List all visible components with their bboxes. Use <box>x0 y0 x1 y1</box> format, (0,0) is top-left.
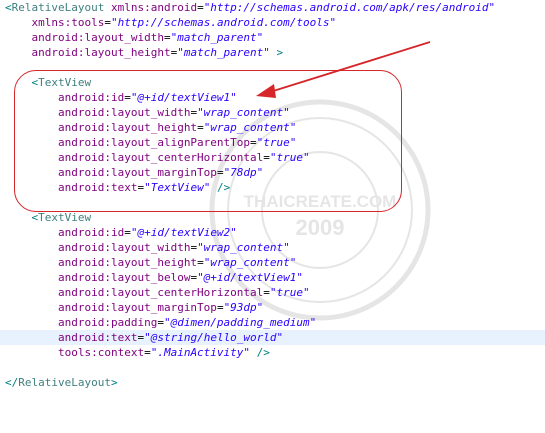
code-line[interactable] <box>5 195 545 210</box>
code-line[interactable]: android:id="@+id/textView1" <box>5 90 545 105</box>
code-line[interactable]: android:layout_width="match_parent" <box>5 30 545 45</box>
code-token-eq: = <box>263 286 270 299</box>
code-line[interactable]: <TextView <box>5 210 545 225</box>
code-token-val: "93dp" <box>223 301 264 314</box>
code-token-attr: android:layout_width <box>57 106 191 119</box>
code-line[interactable]: tools:context=".MainActivity" /> <box>5 345 545 360</box>
code-token-bracket: > <box>110 376 118 389</box>
code-line-current[interactable]: android:text="@string/hello_world" <box>0 330 545 345</box>
code-token-eq: = <box>197 256 204 269</box>
code-token-eq: = <box>197 121 204 134</box>
code-line[interactable]: android:layout_height="wrap_content" <box>5 120 545 135</box>
code-token-val: "true" <box>256 136 297 149</box>
code-token-tag: TextView <box>38 211 92 224</box>
code-token-val: "wrap_content" <box>197 106 290 119</box>
code-token-val: "@dimen/padding_medium" <box>163 316 317 329</box>
code-token-bracket: > <box>276 46 284 59</box>
code-token-val: "match_parent" <box>177 46 270 59</box>
code-token-val: ".MainActivity" <box>150 346 251 359</box>
code-line[interactable]: android:layout_below="@+id/textView1" <box>5 270 545 285</box>
code-token-bracket: < <box>5 1 12 14</box>
code-line[interactable]: </RelativeLayout> <box>5 375 545 390</box>
code-token-val: "@string/hello_world" <box>144 331 284 344</box>
code-token-attr: xmlns:tools <box>31 16 105 29</box>
code-line[interactable]: android:layout_marginTop="93dp" <box>5 300 545 315</box>
code-token-val: "wrap_content" <box>203 121 297 134</box>
code-line[interactable]: <TextView <box>5 75 545 90</box>
code-token-val: "@+id/textView2" <box>130 226 237 239</box>
code-token-eq: = <box>263 151 270 164</box>
xml-code-editor[interactable]: THAICREATE.COM 2009 <RelativeLayout xmln… <box>0 0 545 433</box>
code-line[interactable]: android:layout_height="match_parent" > <box>5 45 545 60</box>
code-token-eq: = <box>216 301 224 314</box>
code-token-eq: = <box>124 91 131 104</box>
code-token-attr: android:padding <box>57 316 158 329</box>
code-token-val: "wrap_content" <box>197 241 290 254</box>
code-token-attr: android:layout_width <box>31 31 164 44</box>
code-token-eq: = <box>124 226 131 239</box>
code-token-eq: = <box>216 166 224 179</box>
code-token-attr: android:layout_height <box>31 46 171 59</box>
code-token-attr: android:id <box>57 226 125 239</box>
code-token-val: "match_parent" <box>170 31 264 44</box>
code-token-tag: RelativeLayout <box>11 1 105 14</box>
code-token-attr: android:layout_below <box>57 271 191 284</box>
code-token-val: "wrap_content" <box>203 256 297 269</box>
code-token-val: "http://schemas.android.com/tools" <box>110 16 337 29</box>
code-token-attr: android:text <box>57 181 138 194</box>
code-token-val: "78dp" <box>223 166 264 179</box>
code-line[interactable]: android:text="TextView" /> <box>5 180 545 195</box>
code-token-attr: android:layout_centerHorizontal <box>57 151 264 164</box>
code-token-eq: = <box>144 346 151 359</box>
code-token-eq: = <box>197 1 204 14</box>
code-token-attr: android:layout_height <box>57 256 198 269</box>
code-token-val: "true" <box>269 286 310 299</box>
code-token-val: "@+id/textView1" <box>130 91 237 104</box>
code-token-val: "true" <box>269 151 310 164</box>
code-token-tag: RelativeLayout <box>18 376 111 389</box>
code-line[interactable]: android:layout_centerHorizontal="true" <box>5 150 545 165</box>
code-token-attr: android:layout_width <box>57 241 191 254</box>
code-line[interactable]: android:layout_width="wrap_content" <box>5 105 545 120</box>
code-token-val: "http://schemas.android.com/apk/res/andr… <box>203 1 496 14</box>
code-token-val: "@+id/textView1" <box>197 271 304 284</box>
code-token-bracket: /> <box>256 346 270 359</box>
code-token-eq: = <box>157 316 164 329</box>
code-line[interactable]: <RelativeLayout xmlns:android="http://sc… <box>5 0 545 15</box>
code-line[interactable]: android:layout_height="wrap_content" <box>5 255 545 270</box>
code-token-attr: android:layout_centerHorizontal <box>57 286 264 299</box>
code-token-tag: TextView <box>38 76 92 89</box>
code-line[interactable] <box>5 360 545 375</box>
code-text[interactable]: <RelativeLayout xmlns:android="http://sc… <box>0 0 545 390</box>
code-token-attr: android:layout_height <box>57 121 198 134</box>
code-line[interactable]: android:layout_marginTop="78dp" <box>5 165 545 180</box>
code-token-eq: = <box>163 31 171 44</box>
code-token-attr: tools:context <box>57 346 145 359</box>
code-token-bracket: /> <box>216 181 231 194</box>
code-token-attr: android:layout_alignParentTop <box>57 136 251 149</box>
code-token-attr: android:id <box>57 91 125 104</box>
code-token-val: "TextView" <box>144 181 211 194</box>
code-token-attr: xmlns:android <box>110 1 198 14</box>
code-token-attr: android:layout_marginTop <box>57 166 217 179</box>
code-token-attr: android:layout_marginTop <box>57 301 217 314</box>
code-token-bracket: </ <box>5 376 19 389</box>
code-token-eq: = <box>250 136 257 149</box>
code-line[interactable]: xmlns:tools="http://schemas.android.com/… <box>5 15 545 30</box>
code-line[interactable]: android:layout_width="wrap_content" <box>5 240 545 255</box>
code-token-eq: = <box>104 16 111 29</box>
code-line[interactable]: android:id="@+id/textView2" <box>5 225 545 240</box>
code-line[interactable]: android:padding="@dimen/padding_medium" <box>5 315 545 330</box>
code-token-attr: android:text <box>57 331 138 344</box>
code-line[interactable] <box>5 60 545 75</box>
code-line[interactable]: android:layout_centerHorizontal="true" <box>5 285 545 300</box>
code-line[interactable]: android:layout_alignParentTop="true" <box>5 135 545 150</box>
